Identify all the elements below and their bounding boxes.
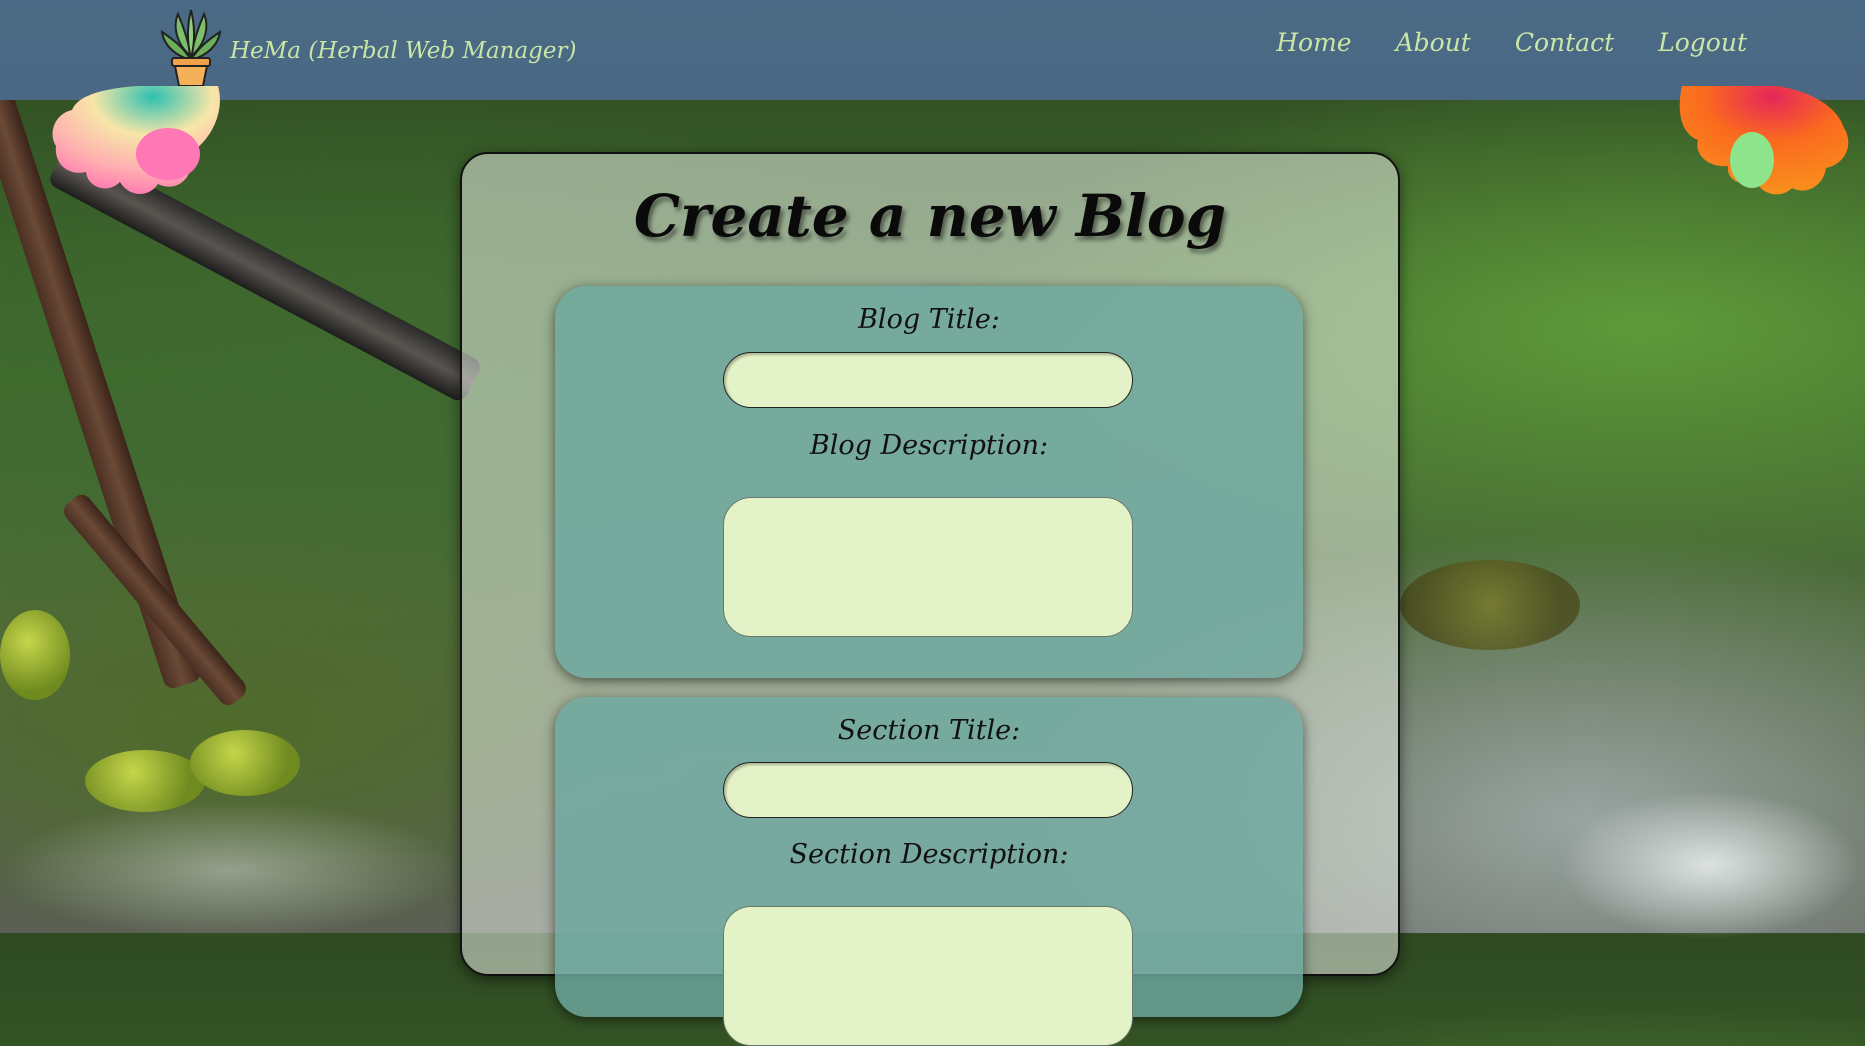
flower-left-icon <box>48 84 223 203</box>
stream-water <box>1560 790 1860 940</box>
blog-title-label: Blog Title: <box>858 304 1000 335</box>
brand[interactable]: HeMa (Herbal Web Manager) <box>158 6 576 92</box>
page-title: Create a new Blog <box>633 182 1227 250</box>
flower-right-icon <box>1676 84 1851 203</box>
moss-rock <box>1400 560 1580 650</box>
create-blog-panel: Create a new Blog Blog Title: Blog Descr… <box>460 152 1400 1046</box>
brand-name: HeMa (Herbal Web Manager) <box>230 38 577 64</box>
blog-title-input[interactable] <box>723 352 1133 408</box>
nav-link-home[interactable]: Home <box>1276 28 1351 57</box>
potted-plant-icon <box>158 6 224 92</box>
moss-rock <box>190 730 300 796</box>
nav-link-logout[interactable]: Logout <box>1658 28 1747 57</box>
stream-water <box>0 800 460 940</box>
moss-rock <box>0 610 70 700</box>
section-title-label: Section Title: <box>837 715 1021 746</box>
nav-link-contact[interactable]: Contact <box>1515 28 1614 57</box>
nav-links: Home About Contact Logout <box>1276 28 1747 57</box>
section-description-textarea[interactable] <box>723 906 1133 1046</box>
navbar: HeMa (Herbal Web Manager) Home About Con… <box>0 0 1865 100</box>
section-card: Section Title: Section Description: <box>555 697 1303 1046</box>
blog-description-textarea[interactable] <box>723 497 1133 637</box>
nav-link-about[interactable]: About <box>1396 28 1471 57</box>
section-title-input[interactable] <box>723 762 1133 818</box>
blog-description-label: Blog Description: <box>809 430 1049 461</box>
tree-trunk <box>59 490 251 710</box>
blog-info-card: Blog Title: Blog Description: <box>555 286 1303 678</box>
section-description-label: Section Description: <box>789 839 1069 870</box>
